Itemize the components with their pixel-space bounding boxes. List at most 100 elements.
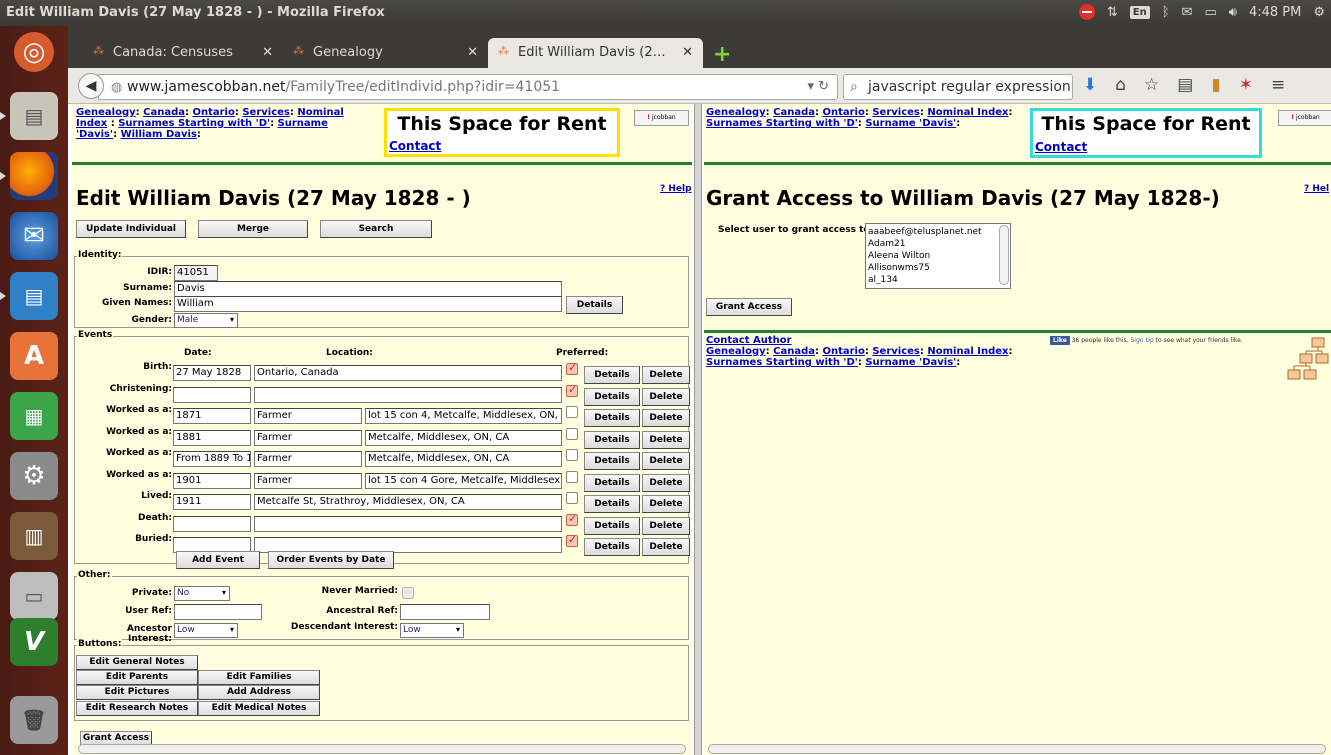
event-date-field[interactable]	[173, 515, 251, 532]
crumb-ontario[interactable]: Ontario	[822, 107, 864, 118]
event-delete-button[interactable]: Delete	[642, 495, 690, 513]
menu-icon[interactable]: ≡	[1271, 75, 1285, 95]
event-details-button[interactable]: Details	[584, 516, 640, 535]
event-date-field[interactable]	[173, 386, 251, 403]
contact-link-right[interactable]: Contact	[1035, 140, 1087, 154]
writer-icon[interactable]: ▤	[0, 272, 58, 320]
event-date-field[interactable]: 1901	[173, 472, 251, 489]
edit-families-button[interactable]: Edit Families	[198, 670, 320, 685]
event-location-field[interactable]: Ontario, Canada	[254, 365, 562, 381]
surname-field[interactable]: Davis	[174, 281, 562, 297]
event-delete-button[interactable]: Delete	[642, 409, 690, 427]
url-bar[interactable]: ◍ www.jamescobban.net/FamilyTree/editInd…	[98, 74, 838, 100]
user-ref-field[interactable]	[174, 604, 262, 620]
crumb-canada[interactable]: Canada	[143, 107, 185, 118]
help-link-right[interactable]: ? Hel	[1304, 184, 1329, 194]
user-option[interactable]: Allisonwms75	[868, 262, 1008, 274]
event-details-button[interactable]: Details	[584, 366, 640, 384]
facebook-like-button[interactable]: Like	[1050, 336, 1070, 345]
event-location-field[interactable]: Farmer	[254, 429, 362, 446]
private-select[interactable]: No ▾	[174, 586, 230, 601]
network-arrows-icon[interactable]: ⇅	[1107, 5, 1118, 20]
pocket-icon[interactable]: ▮	[1211, 75, 1220, 95]
crumb-surnames-d[interactable]: Surnames Starting with 'D'	[706, 118, 858, 129]
dash-home-icon[interactable]: ◎	[14, 32, 54, 72]
event-details-button[interactable]: Details	[584, 430, 640, 449]
crumb-surnames-d[interactable]: Surnames Starting with 'D'	[118, 118, 270, 129]
grant-access-button[interactable]: Grant Access	[706, 298, 792, 316]
event-delete-button[interactable]: Delete	[642, 516, 690, 535]
user-option[interactable]: Aleena Wilton	[868, 250, 1008, 262]
never-married-checkbox[interactable]	[402, 587, 414, 599]
event-place-field[interactable]: Metcalfe, Middlesex, ON, CA	[365, 429, 562, 446]
files-icon[interactable]: ▤	[0, 92, 58, 140]
preferred-checkbox[interactable]	[566, 470, 578, 483]
event-location-field[interactable]: Metcalfe St, Strathroy, Middlesex, ON, C…	[254, 494, 562, 510]
event-details-button[interactable]: Details	[584, 495, 640, 513]
user-option[interactable]: al_134	[868, 274, 1008, 286]
order-events-button[interactable]: Order Events by Date	[268, 551, 394, 569]
crumb-nominal-index[interactable]: Nominal Index	[927, 107, 1008, 118]
event-location-field[interactable]	[254, 515, 562, 532]
descendant-interest-select[interactable]: Low ▾	[400, 623, 464, 638]
user-option[interactable]: Adam21	[868, 238, 1008, 250]
user-listbox[interactable]: aaabeef@telusplanet.net Adam21 Aleena Wilt…	[865, 223, 1011, 289]
tab-close-icon[interactable]: ✕	[682, 45, 693, 60]
ancestral-ref-field[interactable]	[400, 604, 490, 620]
pane-splitter[interactable]	[694, 104, 702, 755]
event-details-button[interactable]: Details	[584, 387, 640, 406]
add-event-button[interactable]: Add Event	[176, 551, 260, 569]
event-place-field[interactable]: lot 15 con 4, Metcalfe, Middlesex, ON, C…	[365, 408, 562, 424]
edit-parents-button[interactable]: Edit Parents	[76, 670, 198, 685]
event-date-field[interactable]: 1881	[173, 429, 251, 446]
edit-medical-notes-button[interactable]: Edit Medical Notes	[198, 701, 320, 716]
user-login-button[interactable]: ! jcobban	[634, 110, 689, 126]
clock[interactable]: 4:48 PM	[1249, 5, 1301, 20]
home-icon[interactable]: ⌂	[1115, 75, 1126, 95]
search-bar[interactable]: ⌕ javascript regular expression →	[843, 74, 1073, 100]
event-location-field[interactable]	[254, 386, 562, 403]
crumb-services[interactable]: Services	[872, 107, 920, 118]
preferred-checkbox[interactable]	[566, 383, 578, 397]
merge-button[interactable]: Merge	[198, 220, 308, 238]
event-place-field[interactable]: lot 15 con 4 Gore, Metcalfe, Middlesex, …	[365, 472, 562, 489]
system-settings-icon[interactable]: ⚙	[10, 452, 58, 500]
reload-icon[interactable]: ▾ ↻	[807, 79, 829, 94]
identity-details-button[interactable]: Details	[566, 296, 623, 314]
event-details-button[interactable]: Details	[584, 473, 640, 492]
reading-list-icon[interactable]: ▤	[1177, 75, 1193, 95]
crumb-genealogy[interactable]: Genealogy	[706, 107, 766, 118]
firefox-icon[interactable]	[0, 152, 58, 200]
back-button[interactable]: ◀	[78, 73, 104, 99]
event-date-field[interactable]: 1871	[173, 408, 251, 424]
user-option[interactable]: aaabeef@telusplanet.net	[868, 226, 1008, 238]
bookmark-star-icon[interactable]: ☆	[1144, 75, 1159, 95]
calc-icon[interactable]: ▦	[10, 392, 58, 440]
mail-icon[interactable]: ✉	[1182, 5, 1193, 20]
event-delete-button[interactable]: Delete	[642, 473, 690, 492]
addon-icon[interactable]: ✶	[1239, 75, 1253, 95]
edit-general-notes-button[interactable]: Edit General Notes	[76, 655, 198, 670]
event-date-field[interactable]: From 1889 To 18	[173, 451, 251, 467]
event-delete-button[interactable]: Delete	[642, 452, 690, 470]
help-link[interactable]: ? Help	[660, 184, 692, 194]
user-login-button-right[interactable]: ! jcobban	[1278, 110, 1331, 126]
tab-canada-censuses[interactable]: ⁂ Canada: Censuses ✕	[83, 38, 283, 68]
update-individual-button[interactable]: Update Individual	[76, 220, 186, 238]
tab-genealogy[interactable]: ⁂ Genealogy ✕	[283, 38, 488, 68]
software-center-icon[interactable]: A	[10, 332, 58, 380]
vim-icon[interactable]: V	[10, 618, 58, 666]
preferred-checkbox[interactable]	[566, 512, 578, 526]
gender-select[interactable]: Male ▾	[174, 313, 238, 328]
preferred-checkbox[interactable]	[566, 492, 578, 504]
crumb-services[interactable]: Services	[242, 107, 290, 118]
family-tree-icon[interactable]	[1286, 336, 1330, 384]
event-location-field[interactable]: Farmer	[254, 451, 362, 467]
listbox-scrollbar[interactable]	[999, 225, 1009, 285]
event-location-field[interactable]: Farmer	[254, 408, 362, 424]
crumb-genealogy[interactable]: Genealogy	[76, 107, 136, 118]
add-address-button[interactable]: Add Address	[198, 685, 320, 700]
crumb-william-davis[interactable]: William Davis	[121, 129, 197, 140]
given-names-field[interactable]: William	[174, 296, 562, 312]
preferred-checkbox[interactable]	[566, 406, 578, 418]
